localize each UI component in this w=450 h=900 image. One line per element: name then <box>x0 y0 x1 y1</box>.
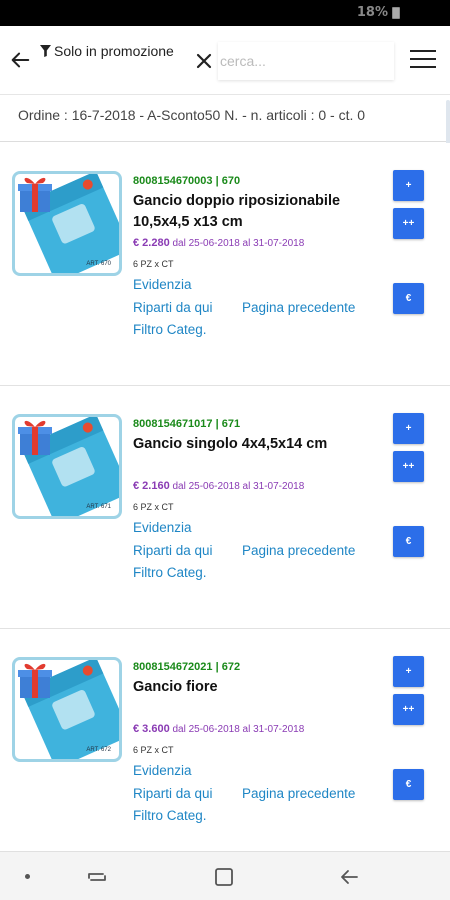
evidenzia-link[interactable]: Evidenzia <box>133 763 192 778</box>
previous-page-link[interactable]: Pagina precedente <box>242 786 355 801</box>
article-label: ART. 672 <box>86 747 111 753</box>
category-filter-link[interactable]: Filtro Categ. <box>133 565 207 580</box>
price-button[interactable]: € <box>393 283 424 314</box>
back-nav-icon[interactable] <box>338 866 360 888</box>
search-input[interactable] <box>218 42 394 80</box>
system-nav-bar <box>0 851 450 900</box>
pack-info: 6 PZ x CT <box>133 259 174 269</box>
product-image[interactable]: ART. 672 <box>12 657 122 762</box>
product-price: € 2.280 dal 25-06-2018 al 31-07-2018 <box>133 237 304 249</box>
filter-icon <box>40 45 51 57</box>
battery-level: 18% <box>356 5 388 20</box>
article-label: ART. 670 <box>86 261 111 267</box>
price-value: € 2.280 <box>133 237 170 249</box>
battery-icon <box>392 7 400 19</box>
toolbar: Solo in promozione <box>0 26 450 94</box>
product-code: 8008154671017 | 671 <box>133 418 241 430</box>
article-label: ART. 671 <box>86 504 111 510</box>
promo-period: dal 25-06-2018 al 31-07-2018 <box>172 238 305 249</box>
riparti-link[interactable]: Riparti da qui <box>133 786 213 801</box>
price-value: € 2.160 <box>133 480 170 492</box>
status-bar: 18% <box>0 0 450 26</box>
product-name: Gancio singolo 4x4,5x14 cm <box>133 436 328 452</box>
product-card: ART. 672 8008154672021 | 672 Gancio fior… <box>0 629 450 851</box>
pack-info: 6 PZ x CT <box>133 745 174 755</box>
price-value: € 3.600 <box>133 723 170 735</box>
product-name: Gancio doppio riposizionabile 10,5x4,5 x… <box>133 193 341 230</box>
nav-dot-icon[interactable] <box>25 874 30 879</box>
promo-filter-label: Solo in promozione <box>54 43 174 59</box>
evidenzia-link[interactable]: Evidenzia <box>133 520 192 535</box>
gift-icon <box>18 420 52 455</box>
add-one-button[interactable]: + <box>393 413 424 444</box>
home-icon[interactable] <box>213 866 235 888</box>
product-image[interactable]: ART. 670 <box>12 171 122 276</box>
riparti-link[interactable]: Riparti da qui <box>133 300 213 315</box>
category-filter-link[interactable]: Filtro Categ. <box>133 808 207 823</box>
promo-period: dal 25-06-2018 al 31-07-2018 <box>172 481 305 492</box>
promo-filter-toggle[interactable]: Solo in promozione <box>40 43 174 59</box>
add-carton-button[interactable]: ++ <box>393 451 424 482</box>
product-code: 8008154672021 | 672 <box>133 661 241 673</box>
add-one-button[interactable]: + <box>393 656 424 687</box>
previous-page-link[interactable]: Pagina precedente <box>242 300 355 315</box>
gift-icon <box>18 177 52 212</box>
product-card: ART. 671 8008154671017 | 671 Gancio sing… <box>0 386 450 629</box>
product-price: € 2.160 dal 25-06-2018 al 31-07-2018 <box>133 480 304 492</box>
price-button[interactable]: € <box>393 769 424 800</box>
product-image[interactable]: ART. 671 <box>12 414 122 519</box>
category-filter-link[interactable]: Filtro Categ. <box>133 322 207 337</box>
add-one-button[interactable]: + <box>393 170 424 201</box>
recent-apps-icon[interactable] <box>86 866 108 888</box>
price-button[interactable]: € <box>393 526 424 557</box>
arrow-left-icon <box>11 52 30 68</box>
hamburger-icon <box>410 50 436 52</box>
product-price: € 3.600 dal 25-06-2018 al 31-07-2018 <box>133 723 304 735</box>
product-card: ART. 670 8008154670003 | 670 Gancio dopp… <box>0 143 450 386</box>
back-button[interactable] <box>6 46 34 74</box>
pack-info: 6 PZ x CT <box>133 502 174 512</box>
previous-page-link[interactable]: Pagina precedente <box>242 543 355 558</box>
product-name: Gancio fiore <box>133 679 218 695</box>
product-code: 8008154670003 | 670 <box>133 175 241 187</box>
add-carton-button[interactable]: ++ <box>393 694 424 725</box>
order-summary: Ordine : 16-7-2018 - A-Sconto50 N. - n. … <box>0 94 450 142</box>
riparti-link[interactable]: Riparti da qui <box>133 543 213 558</box>
gift-icon <box>18 663 52 698</box>
promo-period: dal 25-06-2018 al 31-07-2018 <box>172 724 305 735</box>
add-carton-button[interactable]: ++ <box>393 208 424 239</box>
close-icon[interactable] <box>193 50 215 72</box>
evidenzia-link[interactable]: Evidenzia <box>133 277 192 292</box>
menu-button[interactable] <box>410 50 436 70</box>
order-summary-text: Ordine : 16-7-2018 - A-Sconto50 N. - n. … <box>18 107 366 123</box>
